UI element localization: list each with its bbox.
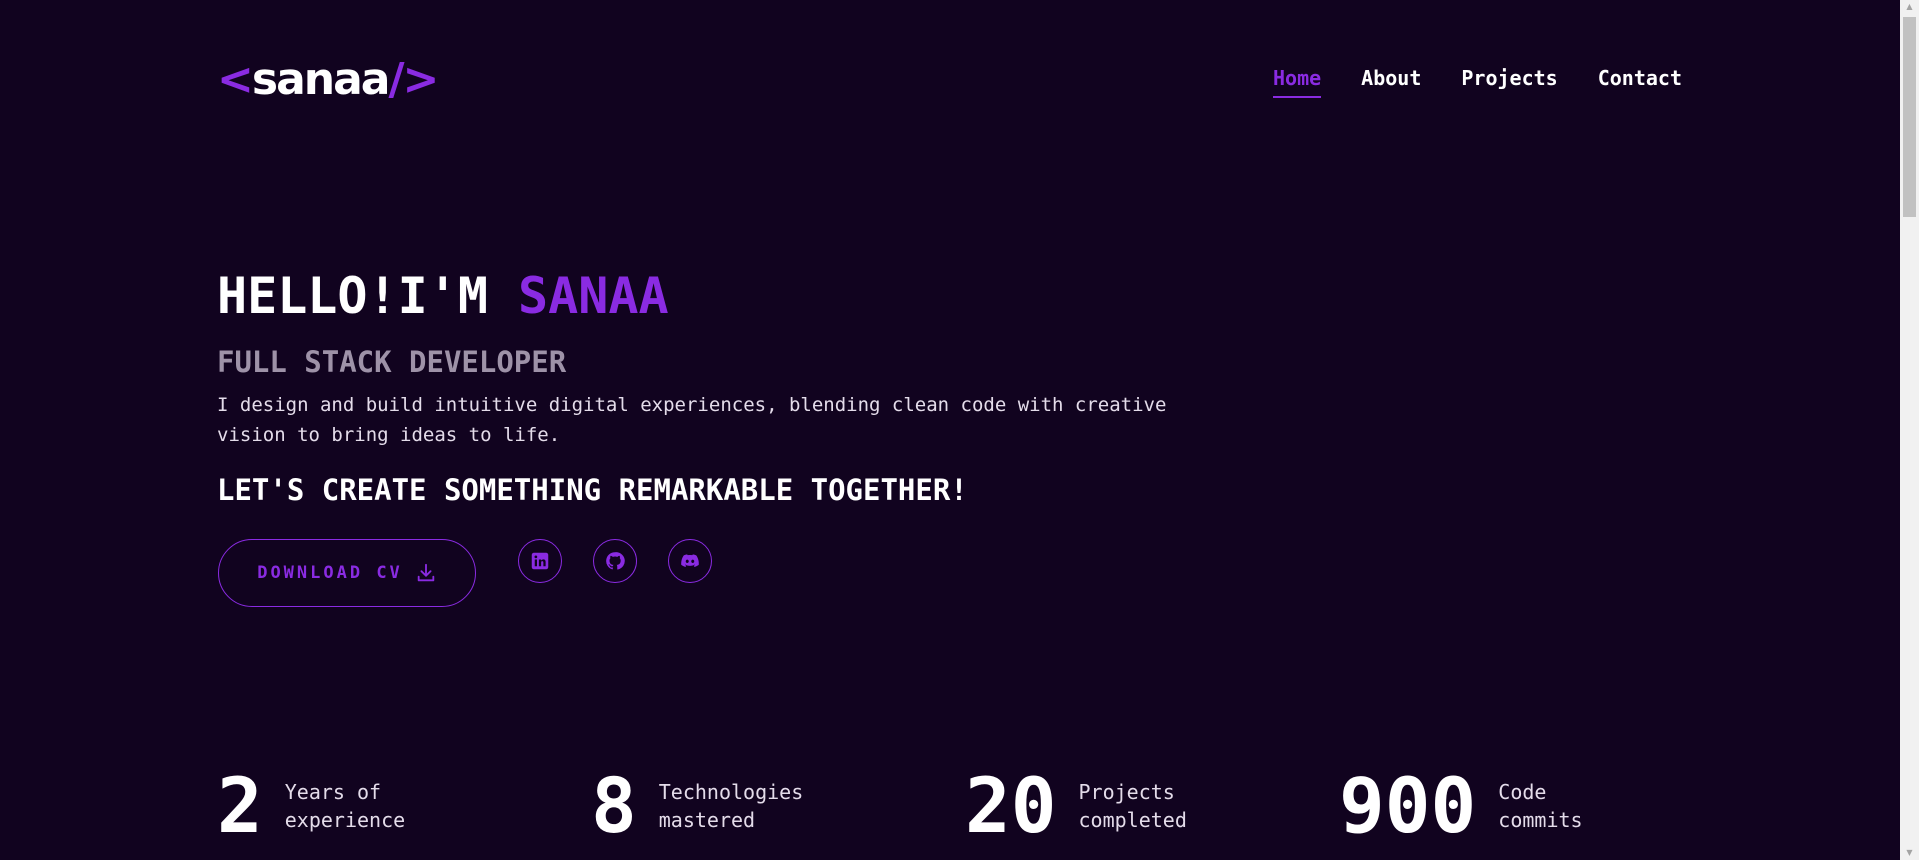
logo[interactable]: <sanaa/> — [217, 52, 439, 108]
stat-number: 8 — [591, 761, 637, 850]
stat-experience: 2 Years of experience — [217, 768, 405, 844]
scroll-up-arrow-icon[interactable]: ▲ — [1900, 0, 1919, 14]
download-cv-button[interactable]: DOWNLOAD CV — [218, 539, 476, 607]
linkedin-icon — [531, 552, 549, 570]
stat-label-line1: Years of — [284, 780, 382, 804]
logo-close-bracket: /> — [388, 54, 439, 105]
stat-label-line1: Code — [1498, 780, 1547, 804]
stat-technologies: 8 Technologies mastered — [591, 768, 803, 844]
linkedin-link[interactable] — [518, 539, 562, 583]
hero-name: SANAA — [518, 267, 669, 325]
stat-label-line1: Technologies — [658, 780, 804, 804]
stat-projects: 20 Projects completed — [965, 768, 1187, 844]
download-icon — [417, 563, 435, 582]
hero-cta: LET'S CREATE SOMETHING REMARKABLE TOGETH… — [217, 473, 968, 507]
stat-label-line2: commits — [1498, 808, 1583, 832]
discord-icon — [681, 554, 699, 567]
download-cv-label: DOWNLOAD CV — [257, 563, 403, 583]
stat-label: Projects completed — [1079, 778, 1187, 834]
vertical-scrollbar[interactable]: ▲ ▼ — [1900, 0, 1919, 860]
stat-label-line2: experience — [284, 808, 406, 832]
stat-label: Years of experience — [285, 778, 405, 834]
stat-label-line2: completed — [1078, 808, 1187, 832]
nav-contact[interactable]: Contact — [1598, 66, 1682, 98]
github-icon — [606, 552, 625, 570]
stat-number: 900 — [1339, 761, 1477, 850]
stat-label-line1: Projects — [1078, 780, 1175, 804]
main-nav: Home About Projects Contact — [1273, 66, 1682, 98]
hero-description: I design and build intuitive digital exp… — [217, 394, 1167, 446]
scroll-down-arrow-icon[interactable]: ▼ — [1900, 846, 1919, 860]
nav-home[interactable]: Home — [1273, 66, 1322, 98]
nav-about[interactable]: About — [1361, 66, 1421, 98]
hero-title: HELLO!I'M SANAA — [217, 266, 669, 326]
stat-number: 20 — [965, 761, 1057, 850]
stat-label: Code commits — [1498, 778, 1582, 834]
scrollbar-thumb[interactable] — [1903, 17, 1916, 217]
hero-role: FULL STACK DEVELOPER — [217, 345, 567, 379]
discord-link[interactable] — [668, 539, 712, 583]
stat-commits: 900 Code commits — [1339, 768, 1583, 844]
stat-label: Technologies mastered — [659, 778, 804, 834]
stat-label-line2: mastered — [658, 808, 756, 832]
nav-projects[interactable]: Projects — [1461, 66, 1557, 98]
hero-greeting: HELLO!I'M — [217, 267, 519, 325]
logo-open-bracket: < — [217, 54, 254, 105]
stat-number: 2 — [217, 761, 263, 850]
portfolio-page: <sanaa/> Home About Projects Contact HEL… — [0, 0, 1900, 860]
logo-name: sanaa — [251, 54, 391, 105]
github-link[interactable] — [593, 539, 637, 583]
